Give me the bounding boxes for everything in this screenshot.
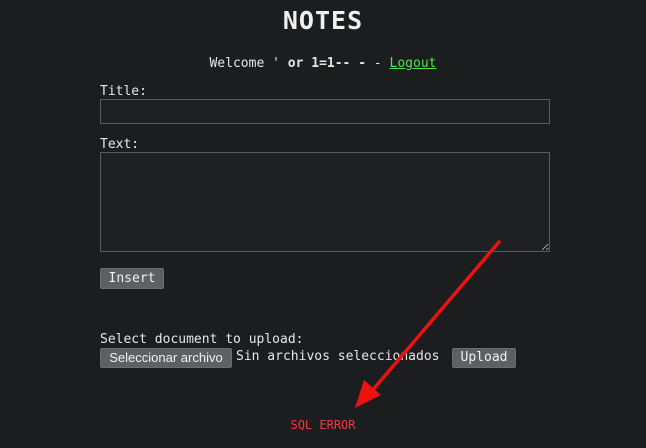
arrow-shaft <box>369 240 501 394</box>
red-arrow-annotation-icon <box>355 240 501 408</box>
